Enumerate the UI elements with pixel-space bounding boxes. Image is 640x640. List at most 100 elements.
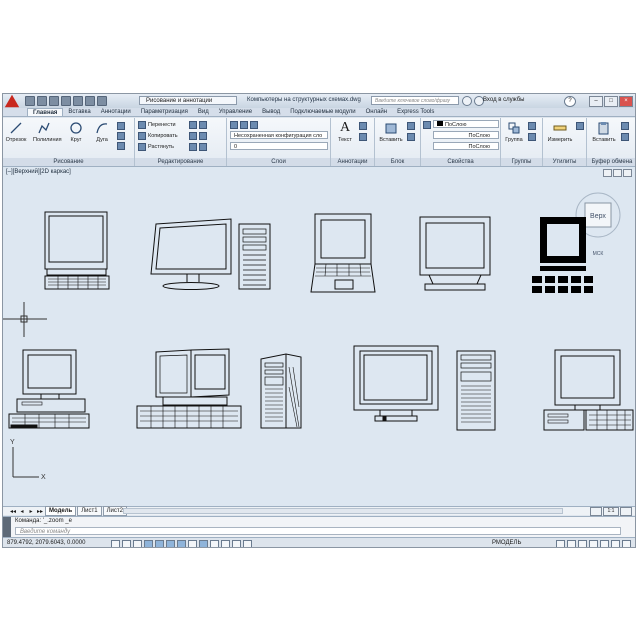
tab-model[interactable]: Модель (45, 506, 77, 516)
tab-view[interactable]: Вид (193, 108, 214, 116)
minimize-button[interactable]: – (589, 96, 603, 107)
zoom-icon[interactable] (589, 540, 598, 547)
save-as-icon[interactable] (61, 96, 71, 106)
panel-annotation-title[interactable]: Аннотации (331, 158, 374, 166)
lineweight-dropdown[interactable]: ПоСлою (433, 142, 499, 150)
otrack-toggle-icon[interactable] (177, 540, 186, 547)
open-file-icon[interactable] (37, 96, 47, 106)
snap-toggle-icon[interactable] (111, 540, 120, 547)
save-icon[interactable] (49, 96, 59, 106)
panel-utilities-title[interactable]: Утилиты (543, 158, 586, 166)
layer-properties-button[interactable] (230, 121, 258, 129)
lineweight-toggle-icon[interactable] (210, 540, 219, 547)
computer-block-crt-monitor[interactable] (419, 216, 491, 291)
circle-button[interactable]: Круг (65, 121, 87, 143)
computer-block-desktop-case[interactable] (8, 349, 90, 429)
arc-button[interactable]: Дуга (91, 121, 113, 143)
annotation-visibility-icon[interactable] (590, 507, 602, 516)
quick-select-button[interactable] (576, 122, 584, 130)
stretch-button[interactable]: Растянуть (138, 143, 174, 151)
lock-icon[interactable] (611, 540, 620, 547)
tab-parametric[interactable]: Параметризация (136, 108, 193, 116)
linetype-dropdown[interactable]: ПоСлою (433, 131, 499, 139)
panel-groups-title[interactable]: Группы (501, 158, 542, 166)
panel-properties-title[interactable]: Свойства (421, 158, 500, 166)
tab-sheet1[interactable]: Лист1 (77, 506, 102, 516)
undo-icon[interactable] (85, 96, 95, 106)
first-tab-icon[interactable]: ◂◂ (9, 508, 17, 515)
tab-insert[interactable]: Вставка (63, 108, 95, 116)
selection-cycling-toggle-icon[interactable] (243, 540, 252, 547)
clean-screen-icon[interactable] (622, 540, 631, 547)
sign-in-button[interactable]: Вход в службы (483, 97, 525, 103)
drawing-viewport[interactable]: [–][Верхний][2D каркас] Верх МСК Y X (3, 167, 635, 506)
quick-properties-toggle-icon[interactable] (232, 540, 241, 547)
computer-block-tower-3d[interactable] (260, 353, 302, 429)
search-input[interactable]: Введите ключевое слово/фразу (371, 96, 459, 105)
paste-button[interactable]: Вставить (591, 121, 617, 143)
computer-block-large-monitor[interactable] (353, 345, 439, 422)
quick-view-layouts-icon[interactable] (556, 540, 565, 547)
pan-icon[interactable] (578, 540, 587, 547)
rotate-button[interactable] (189, 121, 207, 129)
group-edit-button[interactable] (528, 133, 536, 141)
insert-block-button[interactable]: Вставить (378, 121, 404, 143)
leader-button[interactable] (359, 133, 367, 141)
next-tab-icon[interactable]: ▸ (27, 508, 35, 515)
print-icon[interactable] (73, 96, 83, 106)
copy-clip-button[interactable] (621, 133, 629, 141)
group-button[interactable]: Группа (503, 121, 525, 143)
computer-block-filled[interactable] (532, 217, 593, 293)
tab-express-tools[interactable]: Express Tools (392, 108, 439, 116)
model-space-button[interactable]: РМОДЕЛЬ (492, 540, 521, 546)
command-line-handle[interactable] (3, 517, 11, 537)
app-logo-icon[interactable] (4, 94, 20, 108)
annotation-scale-dropdown[interactable]: 1:1 (603, 507, 619, 516)
tab-plugins[interactable]: Подключаемые модули (285, 108, 360, 116)
new-file-icon[interactable] (25, 96, 35, 106)
text-button[interactable]: A Текст (334, 121, 356, 144)
match-properties-button[interactable] (423, 121, 431, 129)
computer-block-tower-front[interactable] (456, 350, 496, 431)
panel-draw-title[interactable]: Рисование (3, 158, 134, 166)
annotation-autoscale-icon[interactable] (620, 507, 632, 516)
ortho-toggle-icon[interactable] (133, 540, 142, 547)
measure-button[interactable]: Измерить (546, 121, 574, 143)
binoculars-icon[interactable] (462, 96, 472, 106)
layer-state-dropdown[interactable]: Несохраненная конфигурация сло (230, 131, 328, 139)
tab-home[interactable]: Главная (27, 108, 64, 116)
move-button[interactable]: Перенести (138, 121, 176, 129)
command-input[interactable]: Введите команду (15, 527, 621, 535)
panel-block-title[interactable]: Блок (375, 158, 420, 166)
polyline-button[interactable]: Полилиния (33, 121, 62, 143)
tab-manage[interactable]: Управление (214, 108, 257, 116)
draw-more-2[interactable] (117, 132, 125, 140)
dimension-button[interactable] (359, 122, 367, 130)
coordinates-readout[interactable]: 879.4792, 2079.6043, 0.0000 (7, 540, 85, 546)
3dosnap-toggle-icon[interactable] (166, 540, 175, 547)
close-button[interactable]: × (619, 96, 633, 107)
copy-button[interactable]: Копировать (138, 132, 178, 140)
ungroup-button[interactable] (528, 122, 536, 130)
grid-toggle-icon[interactable] (122, 540, 131, 547)
wcs-label[interactable]: МСК (593, 251, 604, 257)
color-dropdown[interactable]: ПоСлою (433, 120, 499, 128)
computer-block-lcd-keyboard[interactable] (44, 211, 110, 290)
line-button[interactable]: Отрезок (5, 121, 27, 143)
computer-block-laptop[interactable] (310, 213, 376, 293)
create-block-button[interactable] (407, 122, 415, 130)
help-icon[interactable]: ? (564, 96, 576, 107)
dyn-toggle-icon[interactable] (199, 540, 208, 547)
redo-icon[interactable] (97, 96, 107, 106)
edit-block-button[interactable] (407, 133, 415, 141)
workspace-dropdown[interactable]: Рисование и аннотации (139, 96, 237, 105)
tab-annotate[interactable]: Аннотации (96, 108, 136, 116)
mirror-button[interactable] (189, 132, 207, 140)
tab-online[interactable]: Онлайн (361, 108, 392, 116)
transparency-toggle-icon[interactable] (221, 540, 230, 547)
panel-modify-title[interactable]: Редактирование (135, 158, 226, 166)
computer-block-widescreen-tower[interactable] (150, 218, 271, 290)
tab-output[interactable]: Вывод (257, 108, 285, 116)
osnap-toggle-icon[interactable] (155, 540, 164, 547)
cut-button[interactable] (621, 122, 629, 130)
